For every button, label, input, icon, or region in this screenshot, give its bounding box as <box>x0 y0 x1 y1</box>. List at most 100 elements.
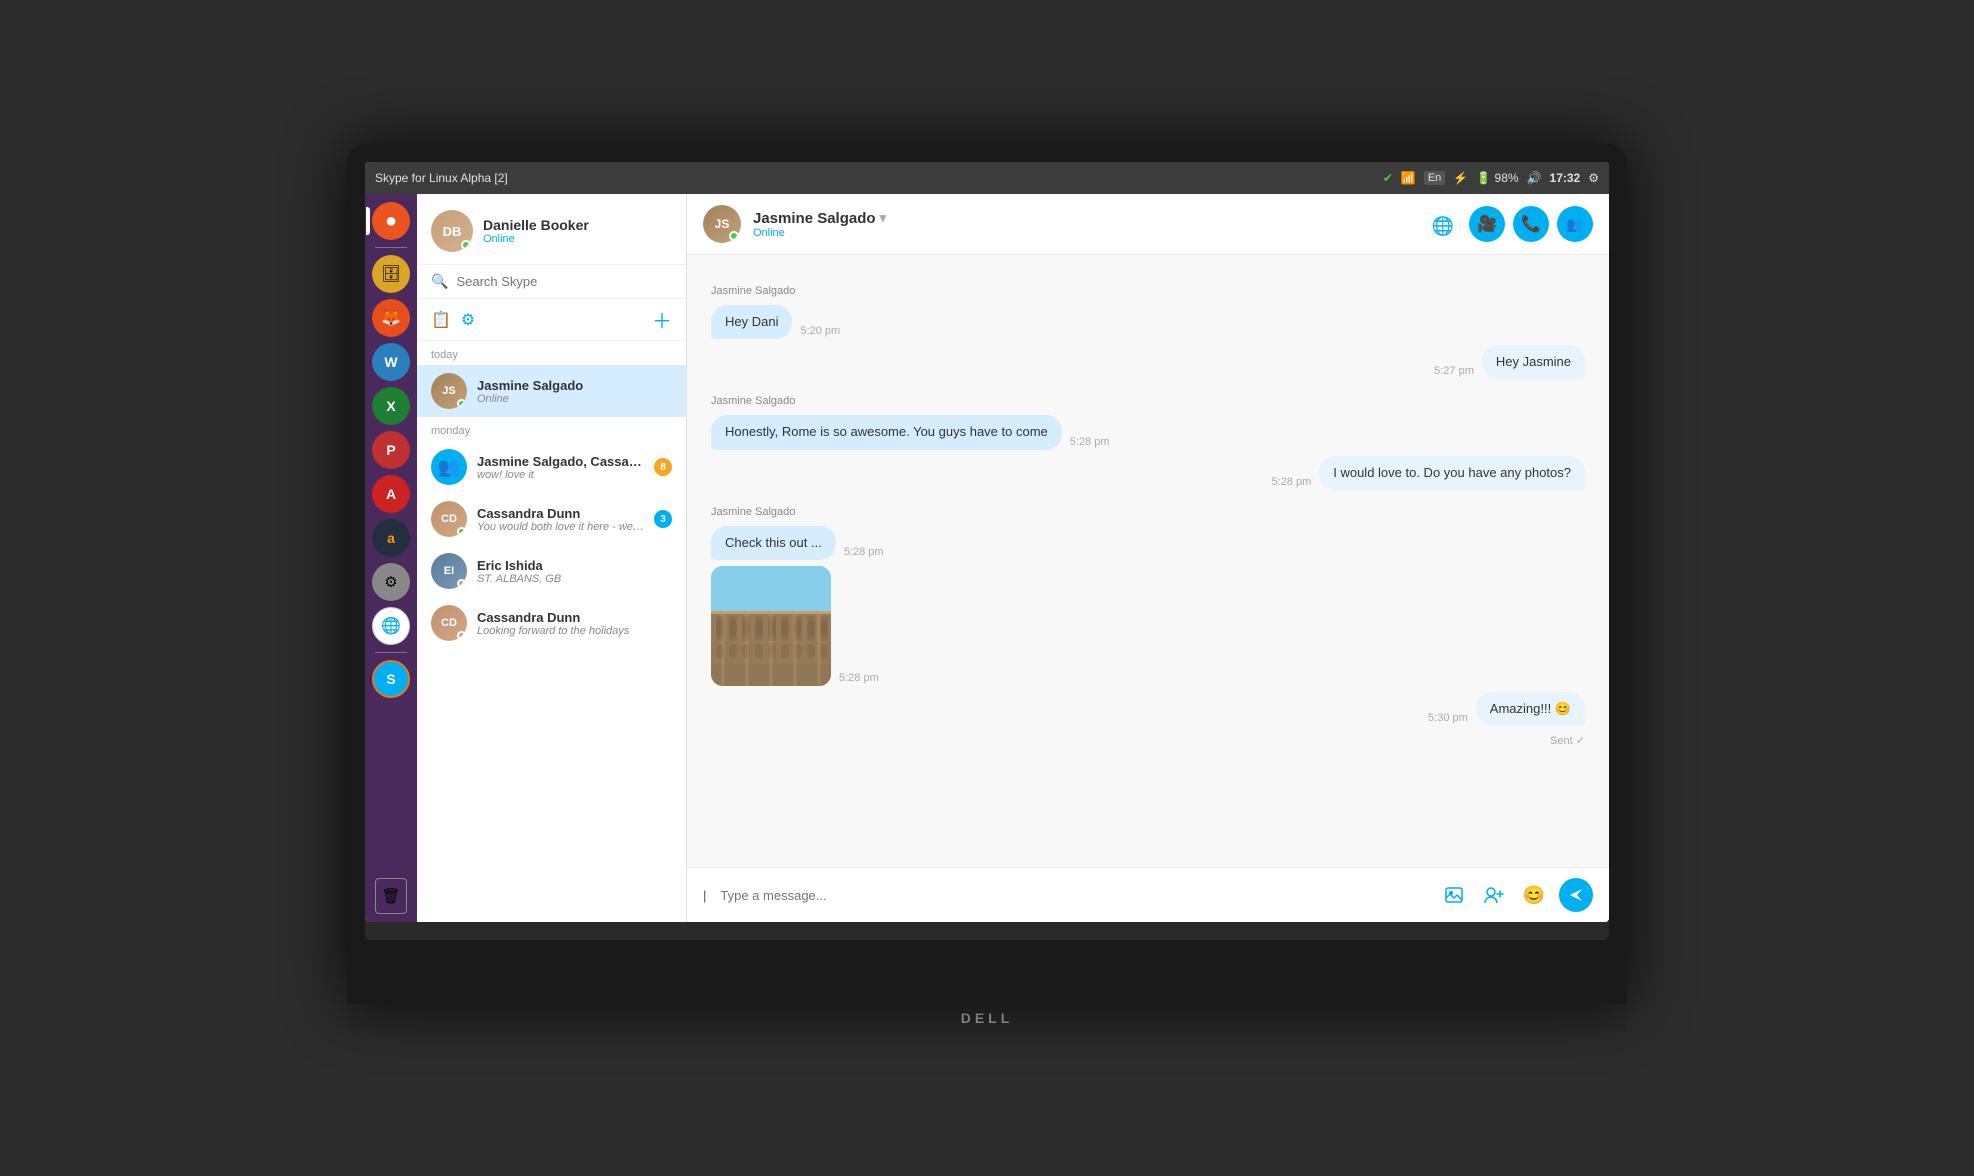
volume-icon: 🔊 <box>1527 171 1542 185</box>
contact-item-jasmine-today[interactable]: JS Jasmine Salgado Online <box>417 365 686 417</box>
contact-item-cassandra-1[interactable]: CD Cassandra Dunn You would both love it… <box>417 493 686 545</box>
message-time: 5:28 pm <box>1070 436 1110 448</box>
profile-name: Danielle Booker <box>483 217 589 233</box>
contact-name: Cassandra Dunn <box>477 610 672 625</box>
contact-online-dot <box>729 231 739 241</box>
cursor: | <box>703 888 706 903</box>
message-row: Check this out ... 5:28 pm <box>711 526 1585 560</box>
sidebar-item-calc[interactable]: X <box>372 387 410 425</box>
lang-indicator: En <box>1424 171 1445 185</box>
colosseum-image <box>711 566 831 686</box>
chat-panel: JS Jasmine Salgado ▾ Online <box>687 194 1609 922</box>
status-dot <box>457 399 466 408</box>
photo-bubble[interactable] <box>711 566 831 686</box>
contact-name: Eric Ishida <box>477 558 672 573</box>
status-dot <box>457 527 466 536</box>
emoji-icon[interactable]: 😊 <box>1519 880 1549 910</box>
contact-item-cassandra-2[interactable]: CD Cassandra Dunn Looking forward to the… <box>417 597 686 649</box>
contact-preview: ST. ALBANS, GB <box>477 573 672 585</box>
message-sent-status: Sent ✓ <box>711 734 1585 747</box>
voice-call-btn[interactable]: 📞 <box>1513 206 1549 242</box>
contact-preview: You would both love it here - we're havi… <box>477 521 644 533</box>
sidebar-item-apps[interactable]: A <box>372 475 410 513</box>
message-row: Honestly, Rome is so awesome. You guys h… <box>711 415 1585 449</box>
contact-avatar: JS <box>431 373 467 409</box>
contact-avatar: CD <box>431 605 467 641</box>
dropdown-chevron[interactable]: ▾ <box>880 210 887 226</box>
message-time: 5:27 pm <box>1434 365 1474 377</box>
message-bubble: Hey Dani <box>711 305 792 339</box>
chat-header-info: Jasmine Salgado ▾ Online <box>753 210 1413 239</box>
ubuntu-sidebar: ● 🗄 🦊 W X P <box>365 194 417 922</box>
translate-icon[interactable]: 🌐 <box>1425 208 1461 244</box>
chat-contact-name: Jasmine Salgado ▾ <box>753 210 1413 227</box>
sidebar-item-ubuntu[interactable]: ● <box>372 202 410 240</box>
sidebar-item-firefox[interactable]: 🦊 <box>372 299 410 337</box>
contact-info: Cassandra Dunn Looking forward to the ho… <box>477 610 672 637</box>
message-bubble: Honestly, Rome is so awesome. You guys h… <box>711 415 1062 449</box>
sidebar-item-files[interactable]: 🗄 <box>372 255 410 293</box>
video-icon: 🎥 <box>1477 214 1497 234</box>
message-row-mine: Hey Jasmine 5:27 pm <box>711 345 1585 379</box>
contact-preview: wow! love it <box>477 469 644 481</box>
chat-header: JS Jasmine Salgado ▾ Online <box>687 194 1609 255</box>
bluetooth-icon: ⚡ <box>1453 171 1468 185</box>
add-people-chat-icon[interactable] <box>1479 880 1509 910</box>
contacts-list: today JS Jasmine Salgado Online <box>417 341 686 922</box>
contact-avatar: CD <box>431 501 467 537</box>
search-input[interactable] <box>456 274 672 289</box>
message-bubble: Check this out ... <box>711 526 836 560</box>
video-call-btn[interactable]: 🎥 <box>1469 206 1505 242</box>
add-people-btn[interactable]: 👥 <box>1557 206 1593 242</box>
contact-info: Jasmine Salgado Online <box>477 378 672 405</box>
settings-btn[interactable]: ⚙ <box>461 310 475 330</box>
message-row: Hey Dani 5:20 pm <box>711 305 1585 339</box>
sidebar-item-trash[interactable]: 🗑 <box>375 878 407 914</box>
contact-item-group[interactable]: 👥 Jasmine Salgado, Cassan... wow! love i… <box>417 441 686 493</box>
user-avatar[interactable]: DB <box>431 210 473 252</box>
status-dot <box>457 631 466 640</box>
search-icon: 🔍 <box>431 273 448 290</box>
contact-info: Eric Ishida ST. ALBANS, GB <box>477 558 672 585</box>
contact-name: Cassandra Dunn <box>477 506 644 521</box>
contact-info: Jasmine Salgado, Cassan... wow! love it <box>477 454 644 481</box>
file-upload-icon[interactable] <box>1439 880 1469 910</box>
profile-header: DB Danielle Booker Online <box>417 194 686 265</box>
avatar-initials: DB <box>443 224 462 239</box>
skype-app: DB Danielle Booker Online 🔍 <box>417 194 1609 922</box>
sidebar-item-settings[interactable]: ⚙ <box>372 563 410 601</box>
chat-text-input[interactable] <box>720 888 1429 903</box>
add-contact-btn[interactable]: ＋ <box>652 305 672 334</box>
message-sender-label: Jasmine Salgado <box>711 506 1585 518</box>
unread-badge: 8 <box>654 458 672 476</box>
sidebar-item-writer[interactable]: W <box>372 343 410 381</box>
profile-status: Online <box>483 233 589 245</box>
action-bar: 📋 ⚙ ＋ <box>417 299 686 341</box>
sidebar-item-impress[interactable]: P <box>372 431 410 469</box>
window-title: Skype for Linux Alpha [2] <box>375 171 508 185</box>
messages-area: Jasmine Salgado Hey Dani 5:20 pm Hey Jas… <box>687 255 1609 867</box>
chat-header-avatar: JS <box>703 205 741 243</box>
sidebar-item-chrome[interactable]: 🌐 <box>372 607 410 645</box>
contact-preview: Looking forward to the holidays <box>477 625 672 637</box>
system-tray: ✔ 📶 En ⚡ 🔋 98% 🔊 17:32 ⚙ <box>1383 171 1599 185</box>
sidebar-item-skype[interactable]: S <box>372 660 410 698</box>
system-time: 17:32 <box>1550 171 1581 185</box>
photo-message-row: 5:28 pm <box>711 566 1585 686</box>
message-time: 5:28 pm <box>1271 476 1311 488</box>
chat-input-area: | <box>687 867 1609 922</box>
message-time: 5:20 pm <box>800 325 840 337</box>
search-bar: 🔍 <box>417 265 686 299</box>
contacts-icon[interactable]: 📋 <box>431 310 451 330</box>
add-people-icon: 👥 <box>1566 216 1583 233</box>
send-button[interactable] <box>1559 878 1593 912</box>
contact-item-eric[interactable]: EI Eric Ishida ST. ALBANS, GB <box>417 545 686 597</box>
sidebar-item-amazon[interactable]: a <box>372 519 410 557</box>
message-row-mine: I would love to. Do you have any photos?… <box>711 456 1585 490</box>
contact-name: Jasmine Salgado <box>477 378 672 393</box>
contact-info: Cassandra Dunn You would both love it he… <box>477 506 644 533</box>
chat-contact-status: Online <box>753 227 1413 239</box>
system-settings-icon[interactable]: ⚙ <box>1588 171 1599 185</box>
unread-badge: 3 <box>654 510 672 528</box>
profile-info: Danielle Booker Online <box>483 217 589 245</box>
